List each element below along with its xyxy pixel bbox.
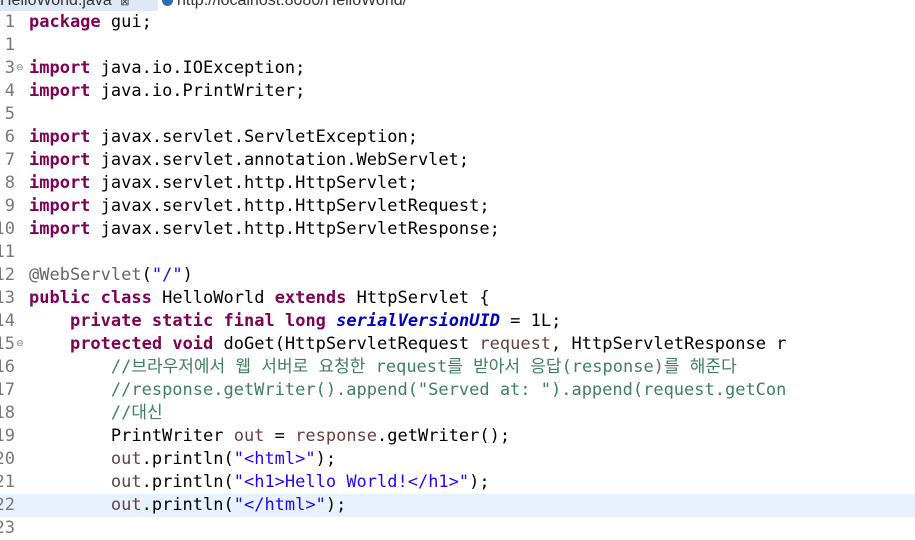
line-number: 10 <box>0 219 15 239</box>
tab-label: http://localhost:8080/HelloWorld/ <box>177 0 408 9</box>
code-text: package gui; <box>29 12 152 32</box>
editor-tab-bar: HelloWorld.java ⊠ http://localhost:8080/… <box>0 0 915 11</box>
code-line[interactable]: 5 <box>0 103 915 126</box>
line-number: 5 <box>4 104 15 124</box>
line-number: 11 <box>0 242 15 262</box>
tab-label: HelloWorld.java <box>0 0 112 9</box>
code-line[interactable]: 1 package gui; <box>0 11 915 34</box>
code-line[interactable]: 13 public class HelloWorld extends HttpSe… <box>0 287 915 310</box>
globe-icon <box>162 0 173 7</box>
code-line[interactable]: 6 import javax.servlet.ServletException; <box>0 126 915 149</box>
line-number: 1 <box>4 35 15 55</box>
code-line[interactable]: 16 //브라우저에서 웹 서버로 요청한 request를 받아서 응답(re… <box>0 356 915 379</box>
line-number: 9 <box>4 196 15 216</box>
code-line[interactable]: 23 <box>0 517 915 540</box>
code-line[interactable]: 3 ⊖ import java.io.IOException; <box>0 57 915 80</box>
line-number: 21 <box>0 472 15 492</box>
code-text: import javax.servlet.annotation.WebServl… <box>29 150 470 170</box>
code-text: import javax.servlet.http.HttpServletRes… <box>29 219 500 239</box>
line-number: 23 <box>0 518 15 538</box>
code-line[interactable]: 20 out.println("<html>"); <box>0 448 915 471</box>
code-editor[interactable]: 1 package gui; 1 3 ⊖ import java.io.IOExcepti… <box>0 11 915 540</box>
line-number: 22 <box>0 495 15 515</box>
code-line[interactable]: 1 <box>0 34 915 57</box>
line-number: 4 <box>4 81 15 101</box>
code-text: import java.io.IOException; <box>29 58 306 78</box>
tab-browser-helloworld[interactable]: http://localhost:8080/HelloWorld/ <box>158 0 407 11</box>
code-text: out.println("</html>"); <box>110 495 347 515</box>
code-line[interactable]: 18 //대신 <box>0 402 915 425</box>
code-text: import java.io.PrintWriter; <box>29 81 306 101</box>
line-number: 1 <box>4 12 15 32</box>
code-line[interactable]: 12 @WebServlet("/") <box>0 264 915 287</box>
code-line[interactable]: 19 PrintWriter out = response.getWriter(… <box>0 425 915 448</box>
code-line[interactable]: 9 import javax.servlet.http.HttpServletRe… <box>0 195 915 218</box>
code-line[interactable]: 17 //response.getWriter().append("Served… <box>0 379 915 402</box>
line-number: 7 <box>4 150 15 170</box>
code-text: out.println("<h1>Hello World!</h1>"); <box>110 472 490 492</box>
line-number: 19 <box>0 426 15 446</box>
code-line[interactable]: 11 <box>0 241 915 264</box>
line-number: 20 <box>0 449 15 469</box>
tab-helloworld-java[interactable]: HelloWorld.java ⊠ <box>0 0 158 11</box>
code-text: private static final long serialVersionU… <box>69 311 562 331</box>
code-text: protected void doGet(HttpServletRequest … <box>69 334 787 354</box>
code-line[interactable]: 4 import java.io.PrintWriter; <box>0 80 915 103</box>
line-number: 8 <box>4 173 15 193</box>
code-text: import javax.servlet.http.HttpServlet; <box>29 173 418 193</box>
line-number: 3 <box>4 58 15 78</box>
code-text: PrintWriter out = response.getWriter(); <box>29 426 511 446</box>
code-line[interactable]: 10 import javax.servlet.http.HttpServletR… <box>0 218 915 241</box>
code-line[interactable]: 7 import javax.servlet.annotation.WebServ… <box>0 149 915 172</box>
code-text: import javax.servlet.http.HttpServletReq… <box>29 196 490 216</box>
line-number: 15 <box>0 334 15 354</box>
code-text: import javax.servlet.ServletException; <box>29 127 418 147</box>
code-text: //브라우저에서 웹 서버로 요청한 request를 받아서 응답(respo… <box>110 357 737 377</box>
line-number: 17 <box>0 380 15 400</box>
code-line[interactable]: 14 private static final long serialVersi… <box>0 310 915 333</box>
code-line[interactable]: 15⊖ protected void doGet(HttpServletRequ… <box>0 333 915 356</box>
code-text: public class HelloWorld extends HttpServ… <box>29 288 490 308</box>
code-line[interactable]: 8 import javax.servlet.http.HttpServlet; <box>0 172 915 195</box>
code-text: //대신 <box>110 403 163 423</box>
fold-toggle-icon[interactable]: ⊖ <box>16 64 25 73</box>
tab-close-icon[interactable]: ⊠ <box>120 0 129 8</box>
code-text: @WebServlet("/") <box>29 265 193 285</box>
line-number: 14 <box>0 311 15 331</box>
code-line[interactable]: 21 out.println("<h1>Hello World!</h1>"); <box>0 471 915 494</box>
line-number: 13 <box>0 288 15 308</box>
code-text: out.println("<html>"); <box>110 449 337 469</box>
code-line[interactable]: 22 out.println("</html>"); <box>0 494 915 517</box>
line-number: 18 <box>0 403 15 423</box>
line-number: 16 <box>0 357 15 377</box>
code-text: //response.getWriter().append("Served at… <box>110 380 787 400</box>
fold-toggle-icon[interactable]: ⊖ <box>16 340 25 349</box>
line-number: 12 <box>0 265 15 285</box>
line-number: 6 <box>4 127 15 147</box>
